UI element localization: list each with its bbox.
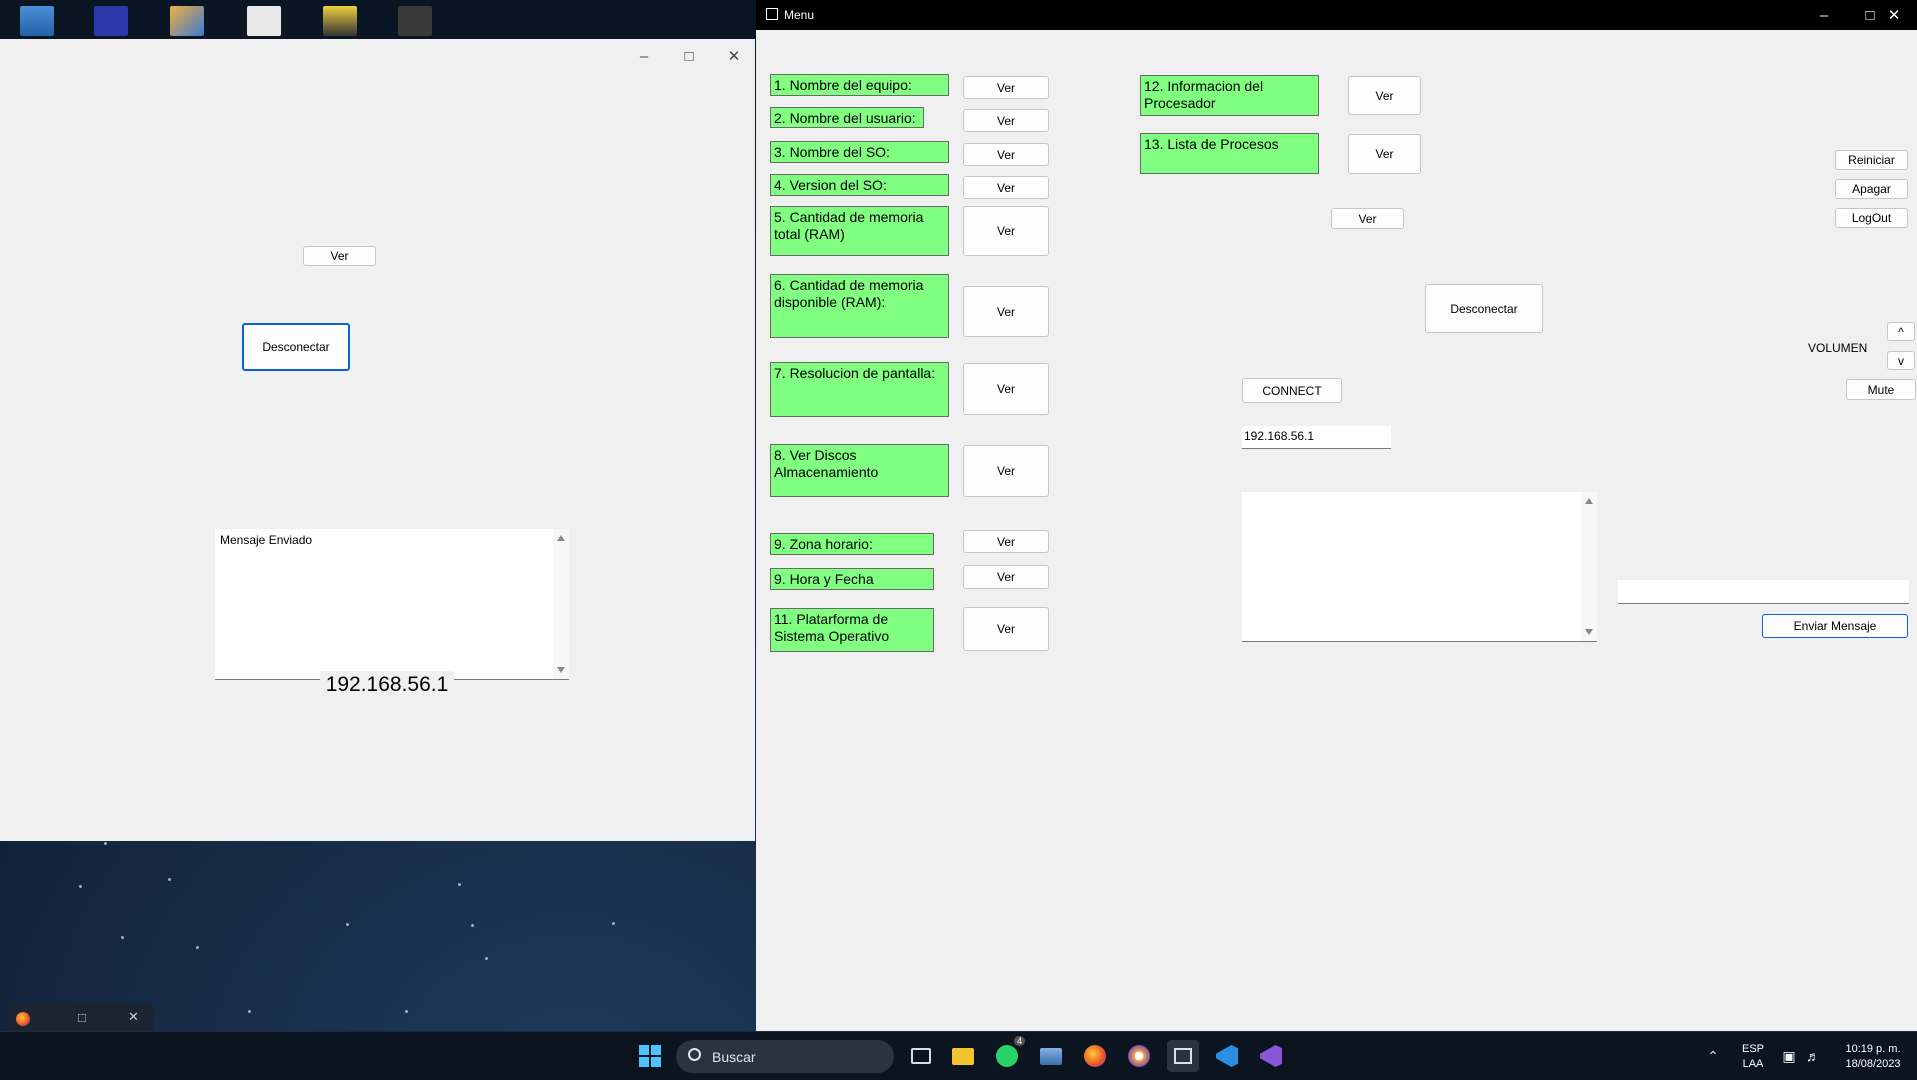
label-available-ram: 6. Cantidad de memoria disponible (RAM): xyxy=(770,274,949,338)
firefox-mini-window[interactable]: □ ✕ xyxy=(8,1004,153,1034)
message-log-text: Mensaje Enviado xyxy=(220,533,313,547)
taskbar: Buscar 4 ⌃ ESP LAA ▣ ♬ 10:19 p. m. 18/08… xyxy=(0,1031,1917,1080)
language-indicator[interactable]: ESP LAA xyxy=(1735,1042,1771,1072)
vscode-icon[interactable] xyxy=(1211,1040,1243,1072)
ver-date-time-button[interactable]: Ver xyxy=(963,565,1049,589)
message-log-textbox[interactable]: Mensaje Enviado xyxy=(215,529,569,680)
close-icon[interactable]: ✕ xyxy=(716,43,752,69)
task-view-icon[interactable] xyxy=(905,1040,937,1072)
label-computer-name: 1. Nombre del equipo: xyxy=(770,74,949,96)
ip-display-label: 192.168.56.1 xyxy=(320,671,454,699)
close-icon[interactable]: ✕ xyxy=(1871,0,1917,30)
label-user-name: 2. Nombre del usuario: xyxy=(770,107,924,128)
disconnect-button[interactable]: Desconectar xyxy=(1425,284,1543,333)
label-os-name: 3. Nombre del SO: xyxy=(770,141,949,163)
firefox-icon xyxy=(16,1012,30,1026)
close-icon[interactable]: ✕ xyxy=(128,1009,139,1025)
image-shortcut-icon[interactable] xyxy=(398,6,432,36)
client-window: – □ ✕ Ver Desconectar Mensaje Enviado 19… xyxy=(0,39,755,841)
ver-extra-button[interactable]: Ver xyxy=(1331,208,1404,229)
menu-app-taskbar-icon[interactable] xyxy=(1167,1040,1199,1072)
ver-os-platform-button[interactable]: Ver xyxy=(963,607,1049,651)
ver-available-ram-button[interactable]: Ver xyxy=(963,286,1049,337)
chat-log-scrollbar[interactable] xyxy=(1581,492,1597,641)
label-process-list: 13. Lista de Procesos xyxy=(1140,133,1319,174)
label-total-ram: 5. Cantidad de memoria total (RAM) xyxy=(770,206,949,256)
visual-studio-icon[interactable] xyxy=(1255,1040,1287,1072)
minimize-icon[interactable]: – xyxy=(626,43,662,69)
ver-os-name-button[interactable]: Ver xyxy=(963,143,1049,166)
chat-log-textbox[interactable] xyxy=(1242,492,1597,642)
message-input[interactable] xyxy=(1618,580,1909,604)
maximize-icon[interactable]: □ xyxy=(671,43,707,69)
label-os-platform: 11. Platarforma de Sistema Operativo xyxy=(770,608,934,652)
shutdown-button[interactable]: Apagar xyxy=(1835,179,1908,199)
chevron-up-icon[interactable]: ⌃ xyxy=(1697,1040,1729,1072)
keyboard-layout: LAA xyxy=(1742,1058,1764,1070)
ver-computer-name-button[interactable]: Ver xyxy=(963,76,1049,99)
ver-process-list-button[interactable]: Ver xyxy=(1348,134,1421,174)
label-screen-resolution: 7. Resolucion de pantalla: xyxy=(770,362,949,417)
app-window-icon xyxy=(766,8,778,20)
menu-title-bar: Menu – □ ✕ xyxy=(756,0,1917,30)
message-log-scrollbar[interactable] xyxy=(553,529,569,679)
search-icon xyxy=(688,1048,701,1061)
ver-screen-resolution-button[interactable]: Ver xyxy=(963,363,1049,415)
ver-os-version-button[interactable]: Ver xyxy=(963,176,1049,199)
label-os-version: 4. Version del SO: xyxy=(770,174,949,196)
ver-user-name-button[interactable]: Ver xyxy=(963,109,1049,132)
volume-up-button[interactable]: ^ xyxy=(1887,322,1915,341)
label-storage-disks: 8. Ver Discos Almacenamiento xyxy=(770,444,949,497)
document-shortcut-icon[interactable] xyxy=(247,6,281,36)
photos-icon[interactable] xyxy=(1035,1040,1067,1072)
whatsapp-icon[interactable]: 4 xyxy=(991,1036,1025,1072)
recycle-bin-icon[interactable] xyxy=(20,6,54,36)
label-time-zone: 9. Zona horario: xyxy=(770,533,934,555)
ip-address-input[interactable]: 192.168.56.1 xyxy=(1242,426,1391,449)
search-placeholder: Buscar xyxy=(712,1048,756,1065)
windows-start-icon[interactable] xyxy=(634,1040,666,1072)
label-date-time: 9. Hora y Fecha xyxy=(770,568,934,590)
ver-total-ram-button[interactable]: Ver xyxy=(963,206,1049,256)
label-processor-info: 12. Informacion del Procesador xyxy=(1140,75,1319,116)
connect-button[interactable]: CONNECT xyxy=(1242,378,1342,403)
settings-shortcut-icon[interactable] xyxy=(170,6,204,36)
ver-time-zone-button[interactable]: Ver xyxy=(963,530,1049,553)
disconnect-button[interactable]: Desconectar xyxy=(242,323,350,371)
ver-button[interactable]: Ver xyxy=(303,246,376,266)
ver-storage-disks-button[interactable]: Ver xyxy=(963,445,1049,497)
window-title: Menu xyxy=(784,8,815,22)
mute-button[interactable]: Mute xyxy=(1846,379,1916,400)
maximize-icon[interactable]: □ xyxy=(78,1010,86,1025)
browser-icon[interactable] xyxy=(1123,1040,1155,1072)
minimize-icon[interactable]: – xyxy=(1801,0,1847,30)
restart-button[interactable]: Reiniciar xyxy=(1835,150,1908,170)
volume-label: VOLUMEN xyxy=(1808,341,1868,355)
logout-button[interactable]: LogOut xyxy=(1835,208,1908,228)
clock-date: 18/08/2023 xyxy=(1845,1058,1901,1070)
whatsapp-badge: 4 xyxy=(1013,1036,1025,1046)
pdf-shortcut-icon[interactable] xyxy=(323,6,357,36)
send-message-button[interactable]: Enviar Mensaje xyxy=(1762,614,1908,638)
ver-processor-info-button[interactable]: Ver xyxy=(1348,76,1421,115)
menu-window: Menu – □ ✕ 1. Nombre del equipo: 2. Nomb… xyxy=(756,0,1917,1031)
clock-time: 10:19 p. m. xyxy=(1845,1043,1901,1055)
volume-down-button[interactable]: v xyxy=(1887,351,1915,370)
language-code: ESP xyxy=(1741,1043,1764,1055)
taskbar-search-box[interactable]: Buscar xyxy=(676,1040,894,1073)
file-explorer-icon[interactable] xyxy=(947,1040,979,1072)
clock[interactable]: 10:19 p. m. 18/08/2023 xyxy=(1833,1042,1913,1072)
app-shortcut-icon[interactable] xyxy=(94,6,128,36)
volume-icon[interactable]: ♬ xyxy=(1797,1040,1829,1072)
firefox-icon[interactable] xyxy=(1079,1040,1111,1072)
